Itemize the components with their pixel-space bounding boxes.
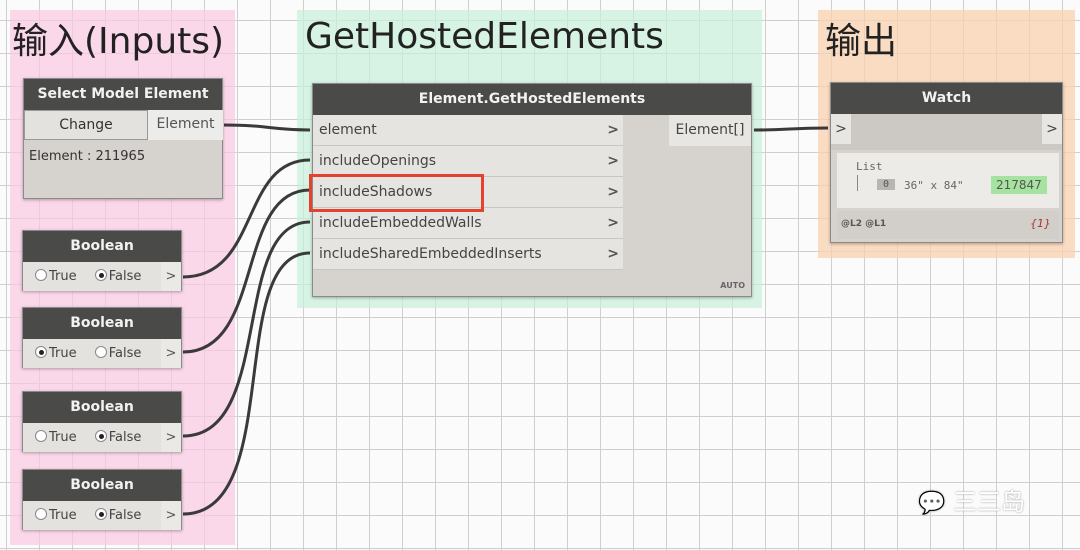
radio-button-icon (35, 508, 47, 520)
radio-label: True (49, 346, 77, 361)
output-port[interactable]: > (161, 262, 181, 291)
port-label: includeOpenings (319, 153, 437, 169)
radio-false[interactable]: False (94, 508, 142, 523)
radio-button-icon (94, 346, 107, 358)
node-title: Element.GetHostedElements (313, 84, 751, 115)
watermark: 💬 三三岛 (918, 482, 1025, 517)
radio-label: True (49, 508, 77, 523)
radio-false[interactable]: False (94, 346, 142, 361)
boolean-node[interactable]: Boolean True False > (22, 469, 182, 530)
watch-node[interactable]: Watch > > List 0 36" x 84" 217847 @L2 @L… (830, 82, 1063, 243)
output-port[interactable]: > (161, 501, 181, 530)
node-title: Watch (831, 83, 1062, 114)
radio-button-icon (35, 430, 47, 442)
radio-button-icon (94, 430, 107, 442)
list-label: List (856, 160, 883, 173)
list-levels: @L2 @L1 (841, 219, 887, 229)
list-item-text: 36" x 84" (904, 179, 964, 192)
tree-line (857, 175, 858, 191)
radio-true[interactable]: True (35, 430, 77, 445)
radio-label: True (49, 269, 77, 284)
highlight-box (309, 174, 484, 212)
node-title: Boolean (23, 231, 181, 262)
port-label: includeSharedEmbeddedInserts (319, 246, 542, 262)
chevron-right-icon: > (607, 215, 619, 231)
watch-preview: List 0 36" x 84" 217847 (837, 153, 1059, 208)
boolean-node[interactable]: Boolean True False > (22, 391, 182, 452)
wire-main-watch (753, 126, 829, 132)
input-port-include-embedded-walls[interactable]: includeEmbeddedWalls > (313, 208, 623, 239)
radio-button-icon (94, 269, 107, 281)
inputs-zone-title: 输入(Inputs) (12, 21, 225, 62)
radio-button-icon (35, 346, 47, 358)
radio-label: False (108, 430, 142, 445)
node-title: Boolean (23, 392, 181, 423)
output-port[interactable]: > (161, 423, 181, 452)
element-id-badge[interactable]: 217847 (991, 176, 1047, 194)
radio-button-icon (35, 269, 47, 281)
node-title: Boolean (23, 470, 181, 501)
input-port-element[interactable]: element > (313, 115, 623, 146)
radio-true[interactable]: True (35, 508, 77, 523)
node-title: Boolean (23, 308, 181, 339)
port-label: element (319, 122, 377, 138)
input-port-include-openings[interactable]: includeOpenings > (313, 146, 623, 177)
outputs-zone-title: 输出 (825, 21, 898, 62)
radio-false[interactable]: False (94, 430, 142, 445)
output-port-element[interactable]: Element (148, 110, 223, 140)
watch-output-port[interactable]: > (1042, 114, 1062, 144)
watch-input-port[interactable]: > (831, 114, 851, 144)
chevron-right-icon: > (607, 153, 619, 169)
port-label: includeEmbeddedWalls (319, 215, 482, 231)
radio-true[interactable]: True (35, 269, 77, 284)
list-index: 0 (877, 179, 896, 190)
radio-label: False (108, 346, 142, 361)
watermark-text: 三三岛 (953, 488, 1026, 516)
selected-element-value: Element : 211965 (29, 149, 146, 164)
boolean-node[interactable]: Boolean True False > (22, 307, 182, 368)
radio-true[interactable]: True (35, 346, 77, 361)
select-model-element-node[interactable]: Select Model Element Change Element Elem… (23, 78, 223, 199)
radio-false[interactable]: False (94, 269, 142, 284)
boolean-node[interactable]: Boolean True False > (22, 230, 182, 291)
output-port-elements[interactable]: Element[] (669, 115, 751, 146)
wechat-icon: 💬 (918, 491, 946, 516)
main-zone-title: GetHostedElements (305, 16, 664, 57)
input-port-include-shared-embedded-inserts[interactable]: includeSharedEmbeddedInserts > (313, 239, 623, 270)
radio-label: True (49, 430, 77, 445)
chevron-right-icon: > (607, 246, 619, 262)
chevron-right-icon: > (607, 184, 619, 200)
watch-footer: @L2 @L1 {1} (837, 211, 1059, 239)
lacing-label: AUTO (720, 281, 745, 290)
radio-label: False (108, 269, 142, 284)
node-title: Select Model Element (24, 79, 222, 110)
radio-label: False (108, 508, 142, 523)
change-button[interactable]: Change (24, 110, 148, 140)
output-port[interactable]: > (161, 339, 181, 368)
item-count: {1} (1030, 217, 1051, 230)
chevron-right-icon: > (607, 122, 619, 138)
radio-button-icon (94, 508, 107, 520)
